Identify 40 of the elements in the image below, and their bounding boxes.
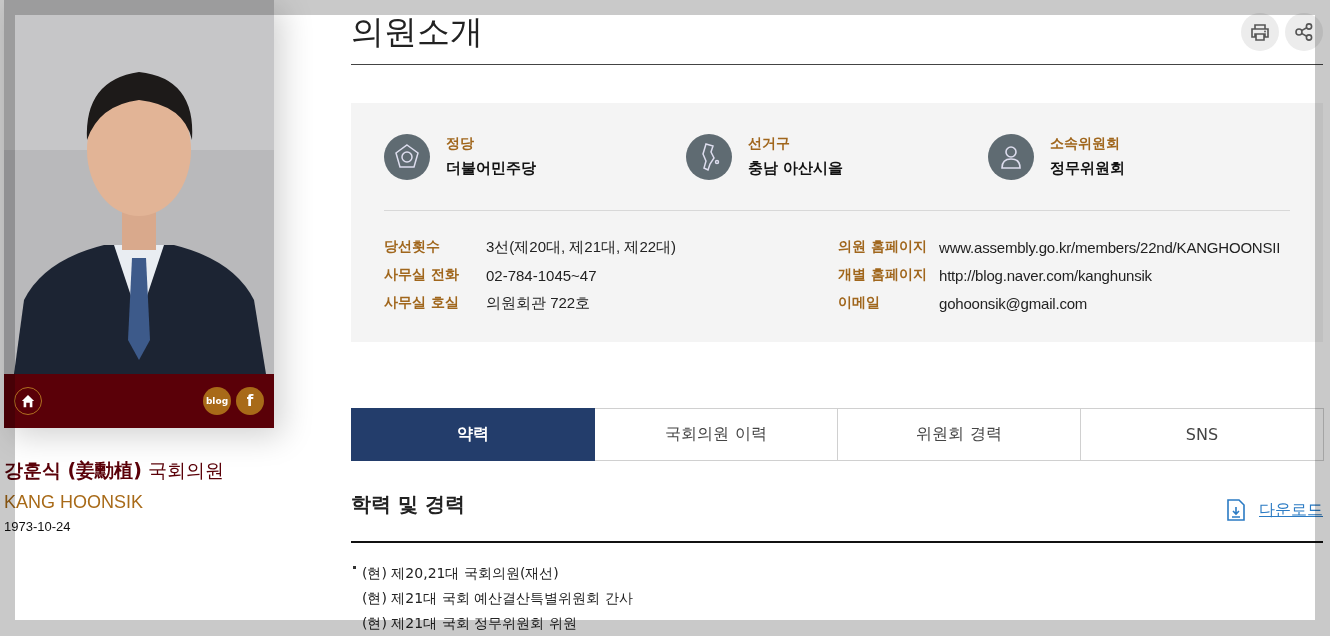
history-item: (현) 제20,21대 국회의원(재선): [362, 564, 559, 583]
birth-date: 1973-10-24: [4, 519, 72, 534]
page-title: 의원소개: [351, 12, 483, 52]
info-label: 정당: [446, 135, 475, 153]
person-icon: [988, 133, 1034, 180]
info-label: 소속위원회: [1050, 135, 1121, 153]
section-title: 학력 및 경력: [351, 491, 465, 518]
print-button[interactable]: [1241, 13, 1279, 51]
detail-label: 이메일: [838, 294, 881, 312]
bullet-icon: [353, 566, 356, 569]
share-icon: [1294, 22, 1314, 42]
detail-label: 사무실 호실: [384, 294, 460, 312]
tab[interactable]: SNS: [1081, 408, 1324, 461]
facebook-link[interactable]: f: [236, 387, 264, 415]
info-value: 더불어민주당: [446, 159, 536, 178]
print-icon: [1250, 22, 1270, 42]
detail-value: 3선(제20대, 제21대, 제22대): [486, 237, 677, 257]
detail-label: 당선횟수: [384, 238, 441, 256]
detail-value: gohoonsik@gmail.com: [939, 294, 1088, 312]
member-name-english: KANG HOONSIK: [4, 492, 145, 513]
detail-label: 개별 홈페이지: [838, 266, 928, 284]
info-value: 충남 아산시을: [748, 159, 844, 178]
tab[interactable]: 국회의원 이력: [595, 408, 838, 461]
info-value: 정무위원회: [1050, 159, 1125, 178]
detail-value: 의원회관 722호: [486, 293, 591, 313]
home-icon: [21, 394, 35, 408]
history-item: (현) 제21대 국회 정무위원회 위원: [362, 614, 577, 633]
tab[interactable]: 위원회 경력: [838, 408, 1081, 461]
detail-value: www.assembly.go.kr/members/22nd/KANGHOONSII: [939, 238, 1281, 256]
detail-label: 사무실 전화: [384, 266, 460, 284]
download-icon: [1227, 499, 1245, 521]
detail-label: 의원 홈페이지: [838, 238, 928, 256]
member-name: 강훈식 (姜勳植) 국회의원: [4, 458, 226, 483]
blog-link[interactable]: blog: [203, 387, 231, 415]
share-button[interactable]: [1285, 13, 1323, 51]
detail-value: 02-784-1045~47: [486, 266, 597, 284]
detail-value: http://blog.naver.com/kanghunsik: [939, 266, 1152, 284]
info-label: 선거구: [748, 135, 791, 153]
history-item: (현) 제21대 국회 예산결산특별위원회 간사: [362, 589, 633, 608]
tab[interactable]: 약력: [351, 408, 595, 461]
